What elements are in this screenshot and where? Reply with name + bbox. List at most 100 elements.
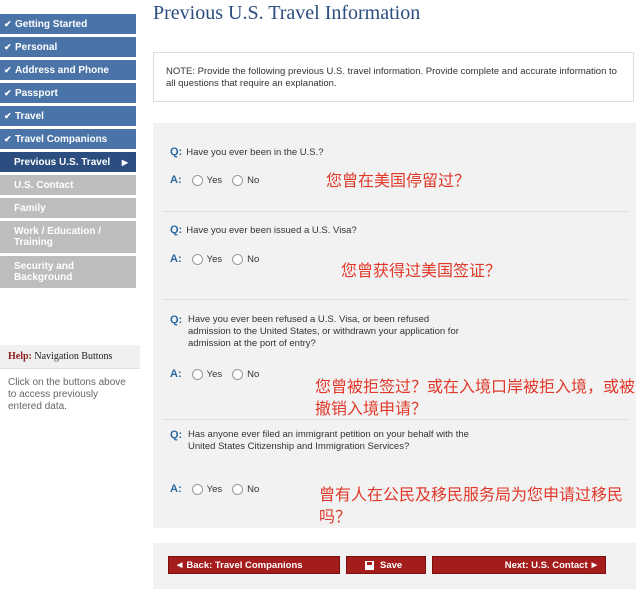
sidebar-item-label: Getting Started: [15, 18, 88, 30]
radio-yes[interactable]: [191, 174, 203, 186]
sidebar-item-address-and-phone[interactable]: ✔ Address and Phone: [0, 60, 136, 80]
question-text: Have you ever been issued a U.S. Visa?: [186, 225, 357, 236]
radio-no-label: No: [247, 253, 260, 265]
radio-no[interactable]: [232, 483, 244, 495]
answer-1-yes-option[interactable]: Yes: [191, 174, 223, 186]
radio-no-label: No: [247, 483, 260, 495]
answer-2-no-option[interactable]: No: [232, 253, 260, 265]
answer-4-yes-option[interactable]: Yes: [191, 483, 223, 495]
radio-yes-label: Yes: [206, 368, 223, 380]
help-title-bold: Help:: [8, 351, 32, 362]
question-1: Q: Have you ever been in the U.S.?: [170, 146, 324, 159]
annotation-3: 您曾被拒签过？或在入境口岸被拒入境，或被撤销入境申请？: [315, 377, 636, 418]
chevron-right-icon: ▶: [591, 562, 597, 569]
sidebar-item-passport[interactable]: ✔ Passport: [0, 83, 136, 103]
answer-label: A:: [170, 253, 182, 265]
radio-yes[interactable]: [191, 483, 203, 495]
check-icon: ✔: [4, 110, 12, 121]
sidebar-item-label: Personal: [15, 41, 58, 53]
radio-yes[interactable]: [191, 368, 203, 380]
divider: [163, 211, 628, 212]
answer-2-yes-option[interactable]: Yes: [191, 253, 223, 265]
answer-2: A: Yes No: [170, 253, 269, 265]
button-bar: ◀ Back: Travel Companions Save Next: U.S…: [153, 543, 636, 589]
sidebar-item-label: Address and Phone: [15, 64, 109, 76]
help-text: Click on the buttons above to access pre…: [8, 377, 126, 412]
check-icon: ✔: [4, 133, 12, 144]
question-3: Q: Have you ever been refused a U.S. Visa…: [170, 314, 470, 350]
question-label: Q:: [170, 314, 183, 326]
chevron-left-icon: ◀: [177, 562, 183, 569]
question-text: Have you ever been refused a U.S. Visa, …: [188, 314, 459, 349]
help-title: Help: Navigation Buttons: [0, 345, 140, 369]
help-panel: Help: Navigation Buttons Click on the bu…: [0, 345, 140, 421]
questions-panel: Q: Have you ever been in the U.S.? A: Yes…: [153, 123, 636, 528]
question-4: Q: Has anyone ever filed an immigrant pet…: [170, 429, 470, 453]
radio-no[interactable]: [232, 253, 244, 265]
main-content: Previous U.S. Travel Information NOTE: P…: [153, 0, 636, 528]
sidebar-item-label: Travel Companions: [15, 133, 108, 145]
sidebar-item-label: Family: [14, 202, 46, 214]
sidebar-item-travel-companions[interactable]: ✔ Travel Companions: [0, 129, 136, 149]
sidebar-nav: ✔ Getting Started ✔ Personal ✔ Address a…: [0, 0, 142, 291]
chevron-right-icon: ▶: [121, 157, 128, 167]
answer-1: A: Yes No: [170, 174, 269, 186]
answer-3-no-option[interactable]: No: [232, 368, 260, 380]
sidebar-item-us-contact: U.S. Contact: [0, 175, 136, 195]
page-title: Previous U.S. Travel Information: [153, 2, 421, 24]
sidebar-item-previous-us-travel[interactable]: Previous U.S. Travel ▶: [0, 152, 136, 172]
answer-label: A:: [170, 174, 182, 186]
question-label: Q:: [170, 429, 183, 441]
radio-yes-label: Yes: [206, 483, 223, 495]
check-icon: ✔: [4, 41, 12, 52]
sidebar-item-label: Security and Background: [14, 261, 75, 283]
sidebar-item-personal[interactable]: ✔ Personal: [0, 37, 136, 57]
annotation-2: 您曾获得过美国签证？: [341, 261, 502, 280]
question-text: Have you ever been in the U.S.?: [186, 147, 324, 158]
question-label: Q:: [170, 146, 183, 158]
check-icon: ✔: [4, 87, 12, 98]
sidebar-item-label: Travel: [15, 110, 44, 122]
answer-label: A:: [170, 368, 182, 380]
radio-yes-label: Yes: [206, 253, 223, 265]
answer-label: A:: [170, 483, 182, 495]
annotation-1: 您曾在美国停留过？: [326, 171, 471, 190]
radio-no[interactable]: [232, 174, 244, 186]
help-title-text: Navigation Buttons: [34, 351, 113, 362]
answer-3: A: Yes No: [170, 368, 269, 380]
answer-4: A: Yes No: [170, 483, 269, 495]
radio-no[interactable]: [232, 368, 244, 380]
save-button[interactable]: Save: [346, 556, 426, 574]
next-button-label: Next: U.S. Contact: [504, 559, 588, 571]
answer-3-yes-option[interactable]: Yes: [191, 368, 223, 380]
sidebar-item-label: Work / Education / Training: [14, 226, 102, 248]
radio-yes-label: Yes: [206, 174, 223, 186]
answer-1-no-option[interactable]: No: [232, 174, 260, 186]
back-button-label: Back: Travel Companions: [186, 559, 303, 571]
question-label: Q:: [170, 224, 183, 236]
sidebar-item-family: Family: [0, 198, 136, 218]
check-icon: ✔: [4, 64, 12, 75]
radio-no-label: No: [247, 174, 260, 186]
divider: [163, 419, 628, 420]
sidebar-item-getting-started[interactable]: ✔ Getting Started: [0, 14, 136, 34]
answer-4-no-option[interactable]: No: [232, 483, 260, 495]
back-button[interactable]: ◀ Back: Travel Companions: [168, 556, 340, 574]
sidebar-item-travel[interactable]: ✔ Travel: [0, 106, 136, 126]
radio-no-label: No: [247, 368, 260, 380]
annotation-4: 曾有人在公民及移民服务局为您申请过移民吗？: [319, 485, 624, 526]
sidebar-item-work-education-training: Work / Education / Training: [0, 221, 136, 253]
question-text: Has anyone ever filed an immigrant petit…: [188, 429, 469, 452]
next-button[interactable]: Next: U.S. Contact ▶: [432, 556, 606, 574]
radio-yes[interactable]: [191, 253, 203, 265]
sidebar-item-label: U.S. Contact: [14, 179, 74, 191]
divider: [163, 299, 628, 300]
save-button-label: Save: [380, 559, 403, 571]
sidebar-item-security-and-background: Security and Background: [0, 256, 136, 288]
question-2: Q: Have you ever been issued a U.S. Visa?: [170, 224, 357, 237]
check-icon: ✔: [4, 18, 12, 29]
save-icon: [365, 560, 374, 570]
sidebar-item-label: Previous U.S. Travel: [14, 156, 111, 168]
note-box: NOTE: Provide the following previous U.S…: [153, 52, 634, 102]
sidebar-item-label: Passport: [15, 87, 58, 99]
